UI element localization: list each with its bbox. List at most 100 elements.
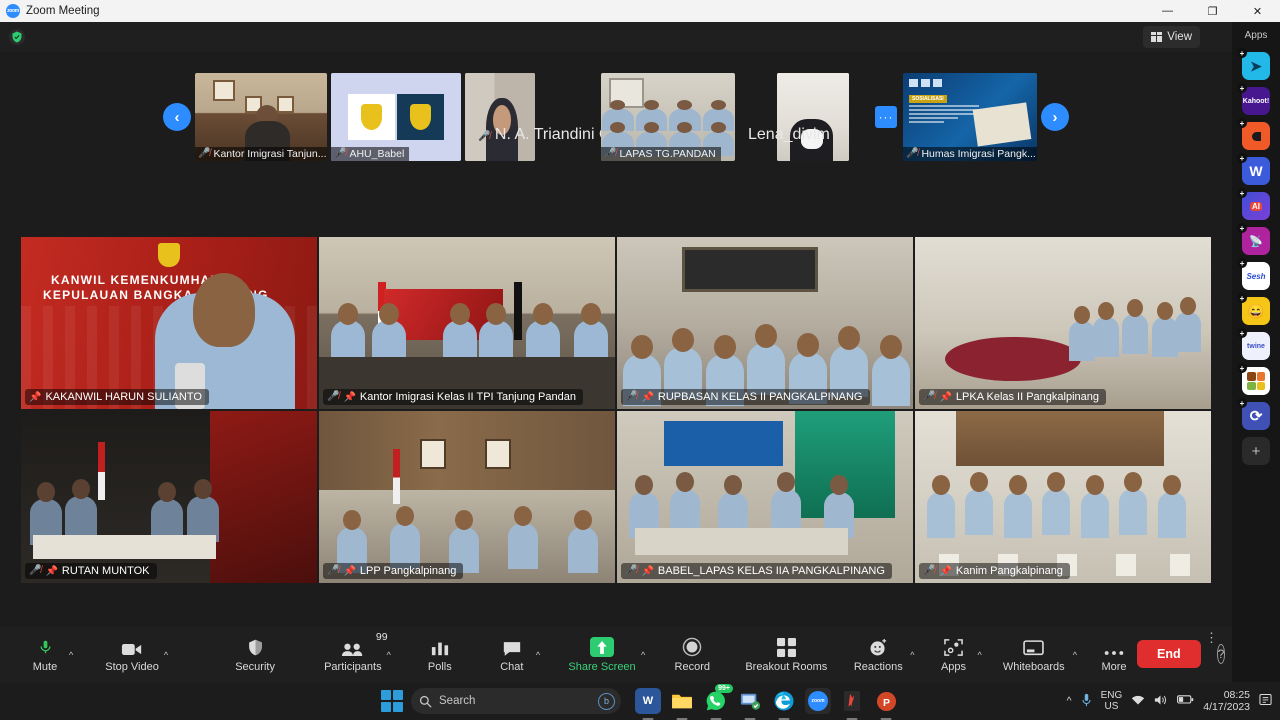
tile-nametag: 🎤̸ 📌 LPKA Kelas II Pangkalpinang (919, 389, 1106, 405)
word-taskbar-icon[interactable]: W (635, 688, 661, 714)
participants-button[interactable]: 99 Participants (320, 630, 385, 678)
microphone-tray-icon[interactable] (1081, 693, 1092, 710)
filmstrip-overflow-button[interactable]: ··· (875, 106, 897, 128)
apps-options-caret-icon[interactable]: ^ (978, 650, 982, 660)
start-button[interactable] (381, 690, 403, 712)
language-line1: ENG (1101, 690, 1123, 701)
system-tray: ^ ENG US 08:25 4/17/2023 (1067, 689, 1272, 713)
close-button[interactable]: ✕ (1235, 0, 1280, 22)
breakout-rooms-button[interactable]: Breakout Rooms (741, 630, 831, 678)
tile-video-kanwil: KANWIL KEMENKUMHAM KEPULAUAN BANGKA BELI… (21, 237, 317, 409)
twine-app-icon[interactable]: +twine (1242, 332, 1270, 360)
whiteboards-button[interactable]: Whiteboards (996, 630, 1072, 678)
end-meeting-button[interactable]: End (1137, 640, 1201, 668)
pin-icon: 📌 (641, 392, 653, 403)
search-input[interactable]: Search b (411, 688, 621, 714)
emoji-app-icon[interactable]: +😄 (1242, 297, 1270, 325)
file-explorer-taskbar-icon[interactable] (669, 688, 695, 714)
sync-app-icon[interactable]: +⟳ (1242, 402, 1270, 430)
zoom-taskbar-icon[interactable]: zoom (805, 688, 831, 714)
mic-muted-icon: 🎤̸ (625, 392, 637, 402)
add-app-button[interactable]: + (1242, 437, 1270, 465)
mic-muted-icon: 🎤̸ (198, 149, 210, 159)
whiteboards-label: Whiteboards (1003, 661, 1065, 673)
filmstrip-thumbnail[interactable] (465, 73, 535, 161)
ai-assistant-app-icon[interactable]: +AI (1242, 192, 1270, 220)
clock[interactable]: 08:25 4/17/2023 (1203, 689, 1250, 713)
video-tile-active-speaker[interactable]: KANWIL KEMENKUMHAM KEPULAUAN BANGKA BELI… (21, 237, 317, 409)
whatsapp-taskbar-icon[interactable]: 99+ (703, 688, 729, 714)
toolbar-overflow-kebab-icon[interactable]: ⋮ (1205, 634, 1218, 642)
minimize-button[interactable]: — (1145, 0, 1190, 22)
word-app-icon[interactable]: +W (1242, 157, 1270, 185)
view-button[interactable]: View (1143, 26, 1200, 48)
share-screen-button[interactable]: Share Screen (564, 630, 640, 678)
filmstrip-next-button[interactable]: › (1041, 103, 1069, 131)
battery-icon[interactable] (1177, 694, 1194, 708)
video-tile[interactable]: 🎤̸ 📌 LPP Pangkalpinang (319, 411, 615, 583)
audio-options-caret-icon[interactable]: ^ (69, 650, 73, 660)
mute-button[interactable]: Mute (22, 630, 68, 678)
language-indicator[interactable]: ENG US (1101, 690, 1123, 712)
thumbnail-video-lady (465, 73, 535, 161)
help-button[interactable]: ? (1217, 644, 1226, 664)
broadcast-app-icon[interactable]: +📡 (1242, 227, 1270, 255)
edge-taskbar-icon[interactable] (771, 688, 797, 714)
tile-video-dark (21, 411, 317, 583)
filmstrip-thumbnail[interactable]: 🎤̸ Kantor Imigrasi Tanjun... (195, 73, 327, 161)
powerpoint-taskbar-icon[interactable]: P (873, 688, 899, 714)
bing-chat-icon[interactable]: b (598, 693, 615, 710)
paper-plane-app-icon[interactable]: +➤ (1242, 52, 1270, 80)
add-badge-icon: + (1237, 328, 1247, 338)
share-options-caret-icon[interactable]: ^ (641, 650, 645, 660)
maximize-button[interactable]: ❐ (1190, 0, 1235, 22)
security-button[interactable]: Security (232, 630, 278, 678)
polls-button[interactable]: Polls (417, 630, 463, 678)
thumbnail-name: LAPAS TG.PANDAN (619, 148, 715, 160)
video-tile[interactable]: 🎤̸ 📌 BABEL_LAPAS KELAS IIA PANGKALPINANG (617, 411, 913, 583)
filmstrip-thumbnail[interactable]: 🎤̸ AHU_Babel (331, 73, 461, 161)
add-badge-icon: + (1237, 118, 1247, 128)
participants-options-caret-icon[interactable]: ^ (387, 650, 391, 660)
wallet-app-icon[interactable]: + (1242, 122, 1270, 150)
video-tile[interactable]: 🎤̸ 📌 RUPBASAN KELAS II PANGKALPINANG (617, 237, 913, 409)
tile-name: Kantor Imigrasi Kelas II TPI Tanjung Pan… (360, 391, 576, 403)
squares-app-icon[interactable]: + (1242, 367, 1270, 395)
speaker-icon[interactable] (1154, 694, 1168, 709)
filmstrip-thumbnail[interactable]: 🎤̸ LAPAS TG.PANDAN (601, 73, 735, 161)
whiteboards-options-caret-icon[interactable]: ^ (1073, 650, 1077, 660)
sesh-app-icon[interactable]: +Sesh (1242, 262, 1270, 290)
pdf-reader-taskbar-icon[interactable] (839, 688, 865, 714)
tray-overflow-button[interactable]: ^ (1067, 695, 1072, 707)
video-options-caret-icon[interactable]: ^ (164, 650, 168, 660)
tile-name: LPKA Kelas II Pangkalpinang (956, 391, 1099, 403)
tile-name: RUPBASAN KELAS II PANGKALPINANG (658, 391, 863, 403)
record-button[interactable]: Record (669, 630, 715, 678)
pin-icon: 📌 (343, 566, 355, 577)
remote-desktop-taskbar-icon[interactable] (737, 688, 763, 714)
filmstrip-prev-button[interactable]: ‹ (163, 103, 191, 131)
apps-button[interactable]: Apps (931, 630, 977, 678)
meeting-topbar: View (0, 22, 1232, 52)
reactions-options-caret-icon[interactable]: ^ (910, 650, 914, 660)
reactions-button[interactable]: Reactions (847, 630, 909, 678)
more-button[interactable]: More (1091, 630, 1137, 678)
video-tile[interactable]: 🎤̸ 📌 LPKA Kelas II Pangkalpinang (915, 237, 1211, 409)
add-badge-icon: + (1237, 363, 1247, 373)
chat-options-caret-icon[interactable]: ^ (536, 650, 540, 660)
tile-nametag: 🎤̸ 📌 Kantor Imigrasi Kelas II TPI Tanjun… (323, 389, 583, 405)
stop-video-button[interactable]: Stop Video (101, 630, 163, 678)
notification-icon[interactable] (1259, 693, 1272, 709)
video-tile[interactable]: 🎤̸ 📌 RUTAN MUNTOK (21, 411, 317, 583)
filmstrip-thumbnail[interactable]: SOSIALISASI 🎤̸ Humas Imigrasi Pangk... (903, 73, 1037, 161)
pin-icon: 📌 (939, 392, 951, 403)
shield-check-icon[interactable] (9, 29, 25, 45)
filmstrip-thumbnail[interactable] (777, 73, 849, 161)
kahoot-app-icon[interactable]: +Kahoot! (1242, 87, 1270, 115)
video-tile[interactable]: 🎤̸ 📌 Kantor Imigrasi Kelas II TPI Tanjun… (319, 237, 615, 409)
thumbnail-nametag: 🎤̸ AHU_Babel (331, 147, 409, 161)
pin-icon: 📌 (939, 566, 951, 577)
wifi-icon[interactable] (1131, 694, 1145, 709)
video-tile[interactable]: 🎤̸ 📌 Kanim Pangkalpinang (915, 411, 1211, 583)
chat-button[interactable]: Chat (489, 630, 535, 678)
